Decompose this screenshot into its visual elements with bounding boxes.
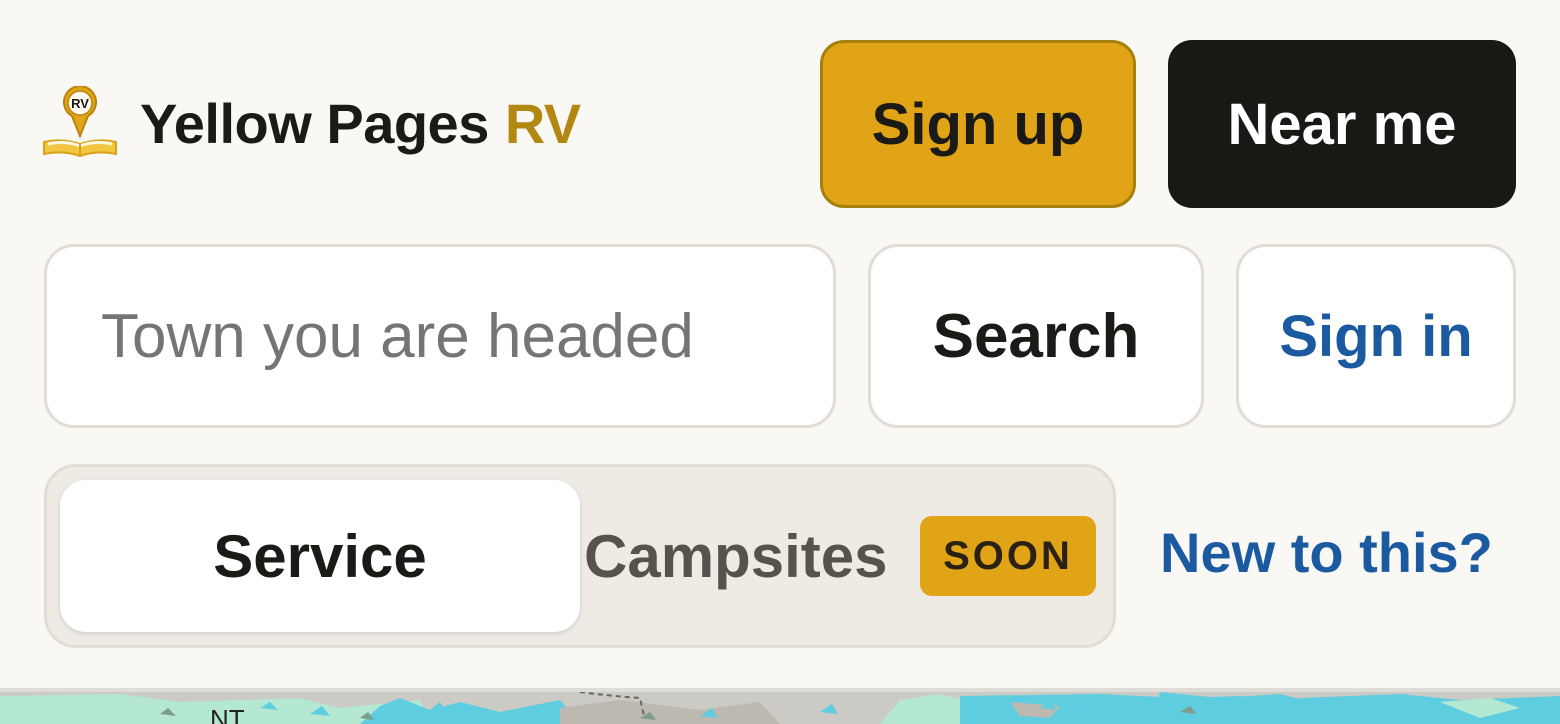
brand-name-accent: RV	[504, 91, 581, 155]
map-region-label: NT	[210, 704, 245, 724]
map-pin-book-icon: RV	[43, 85, 117, 158]
brand-name[interactable]: Yellow Pages RV	[140, 88, 581, 158]
mode-service-tab[interactable]: Service	[60, 480, 580, 632]
logo-text: RV	[71, 96, 89, 111]
map-top-border	[0, 688, 1560, 692]
brand-name-text: Yellow Pages	[140, 91, 489, 155]
soon-badge: SOON	[920, 516, 1096, 596]
sign-in-button[interactable]: Sign in	[1236, 244, 1516, 428]
search-button[interactable]: Search	[868, 244, 1204, 428]
mode-campsites-tab[interactable]: Campsites	[584, 496, 887, 616]
near-me-button[interactable]: Near me	[1168, 40, 1516, 208]
map-view[interactable]: NT	[0, 688, 1560, 724]
town-search-input[interactable]	[44, 244, 836, 428]
new-to-this-link[interactable]: New to this?	[1160, 500, 1493, 604]
sign-up-button[interactable]: Sign up	[820, 40, 1136, 208]
brand-logo-icon[interactable]: RV	[42, 85, 118, 160]
